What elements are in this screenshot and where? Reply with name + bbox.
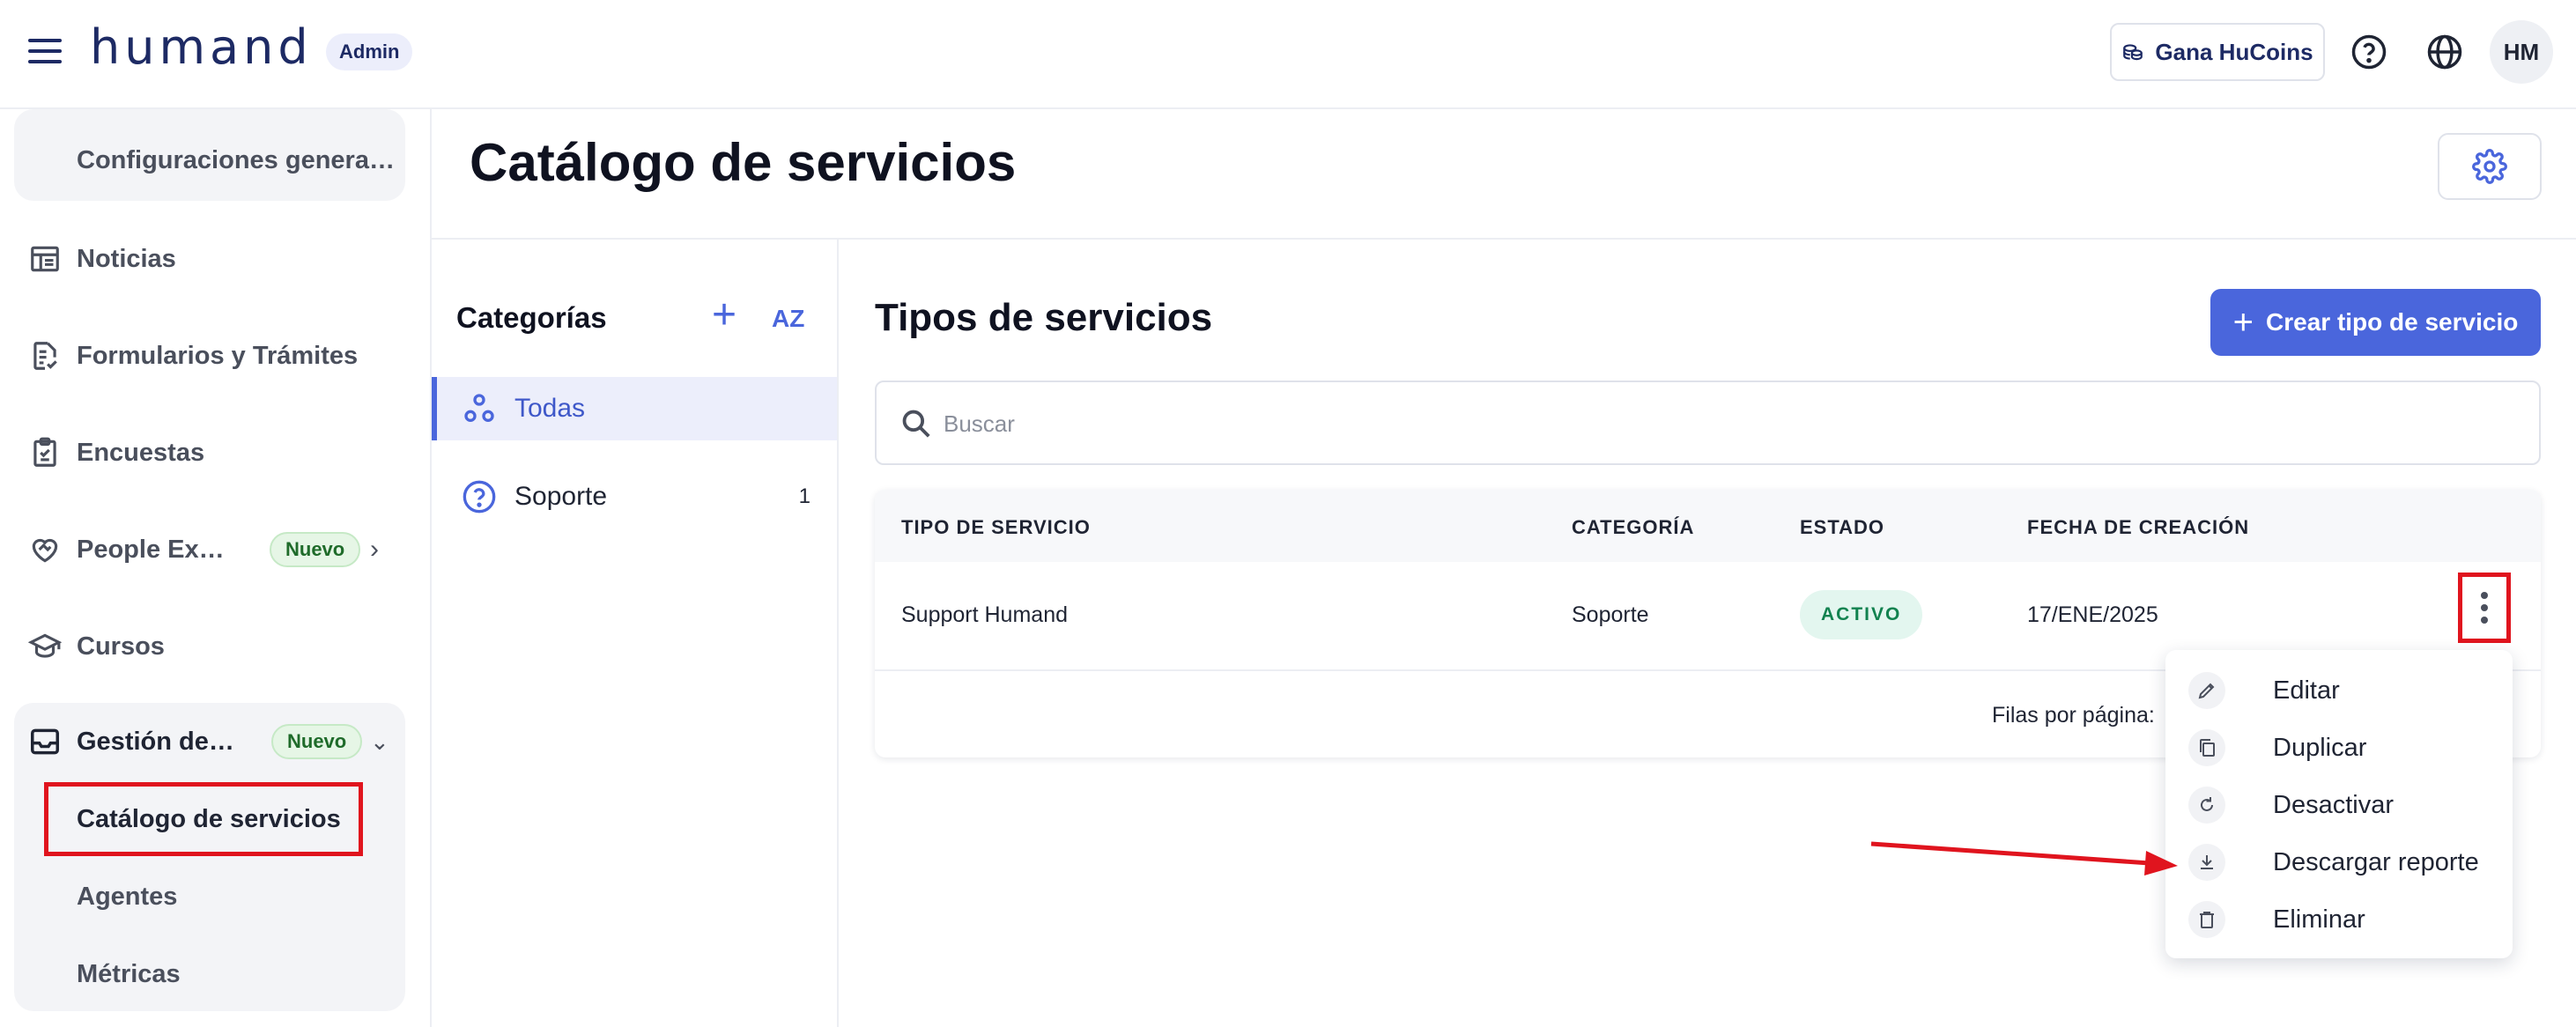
status-badge: ACTIVO: [1800, 590, 1923, 639]
categories-title: Categorías: [456, 301, 607, 334]
nuevo-badge: Nuevo: [270, 532, 361, 567]
category-group-icon: [464, 394, 494, 422]
refresh-icon: [2188, 787, 2225, 824]
coins-icon: [2123, 44, 2143, 61]
top-bar: humand Admin Gana HuCoins HM: [0, 0, 2576, 109]
column-header[interactable]: CATEGORÍA: [1572, 516, 1694, 539]
search-icon: [902, 410, 930, 438]
menu-item-label: Duplicar: [2273, 733, 2367, 762]
sidebar-item-people-experience[interactable]: People Ex… Nuevo ›: [0, 514, 432, 585]
sort-az-icon[interactable]: AZ: [772, 305, 804, 333]
chevron-down-icon[interactable]: ⌄: [370, 728, 389, 756]
sidebar-item-label: Gestión de…: [77, 727, 234, 756]
sidebar: Configuraciones genera… Noticias Formula…: [0, 109, 432, 1027]
search-box[interactable]: [875, 381, 2541, 465]
nuevo-badge: Nuevo: [271, 724, 363, 759]
form-check-icon: [33, 342, 57, 370]
trash-icon: [2188, 901, 2225, 938]
sidebar-item-noticias[interactable]: Noticias: [0, 224, 432, 294]
sidebar-item-label: Encuestas: [77, 438, 205, 467]
pencil-icon: [2188, 672, 2225, 709]
gear-icon: [2472, 149, 2507, 184]
column-header[interactable]: ESTADO: [1800, 516, 1884, 539]
sidebar-item-cursos[interactable]: Cursos: [0, 611, 432, 682]
avatar[interactable]: HM: [2490, 20, 2553, 84]
sidebar-subitem-metricas[interactable]: Métricas: [77, 960, 181, 989]
menu-item-label: Desactivar: [2273, 790, 2394, 819]
category-label: Soporte: [514, 482, 608, 511]
inbox-icon: [31, 728, 59, 755]
menu-item-label: Descargar reporte: [2273, 847, 2479, 876]
menu-item-descargar-reporte[interactable]: Descargar reporte: [2165, 834, 2513, 890]
sidebar-item-label: People Ex…: [77, 535, 225, 564]
cell-tipo: Support Humand: [901, 602, 1069, 627]
column-header[interactable]: TIPO DE SERVICIO: [901, 516, 1091, 539]
create-service-type-button[interactable]: + Crear tipo de servicio: [2210, 289, 2541, 356]
selected-item-highlight: [44, 782, 363, 856]
sidebar-subitem-agentes[interactable]: Agentes: [77, 883, 177, 912]
section-title: Tipos de servicios: [875, 296, 1213, 339]
download-icon: [2188, 844, 2225, 881]
menu-item-label: Eliminar: [2273, 905, 2365, 934]
humand-logo[interactable]: humand: [90, 19, 313, 75]
sidebar-config-group: Configuraciones genera…: [14, 109, 405, 201]
cell-categoria: Soporte: [1572, 602, 1649, 627]
clipboard-icon: [33, 437, 56, 467]
chevron-right-icon[interactable]: ›: [370, 535, 379, 565]
copy-icon: [2188, 729, 2225, 766]
column-header[interactable]: FECHA DE CREACIÓN: [2027, 516, 2249, 539]
settings-button[interactable]: [2438, 133, 2542, 200]
hucoins-label: Gana HuCoins: [2155, 38, 2313, 65]
categories-panel: Categorías + AZ Todas Soporte 1: [432, 240, 839, 1027]
cell-fecha: 17/ENE/2025: [2027, 602, 2158, 627]
sidebar-item-label: Noticias: [77, 244, 176, 273]
rows-per-page-label: Filas por página:: [1992, 703, 2155, 728]
help-circle-icon: [463, 480, 496, 514]
newspaper-icon: [31, 246, 59, 272]
globe-icon[interactable]: [2426, 33, 2463, 70]
sidebar-item-label: Cursos: [77, 632, 165, 661]
menu-item-eliminar[interactable]: Eliminar: [2165, 891, 2513, 948]
category-item-todas[interactable]: Todas: [432, 377, 837, 440]
menu-item-label: Editar: [2273, 676, 2340, 705]
table-header: TIPO DE SERVICIO CATEGORÍA ESTADO FECHA …: [875, 490, 2541, 562]
plus-icon: +: [2232, 303, 2254, 342]
search-input[interactable]: [944, 402, 2512, 446]
annotation-arrow-icon: [1870, 841, 2178, 876]
sidebar-item-formularios[interactable]: Formularios y Trámites: [0, 321, 432, 391]
menu-item-desactivar[interactable]: Desactivar: [2165, 777, 2513, 833]
create-button-label: Crear tipo de servicio: [2266, 308, 2519, 336]
menu-icon[interactable]: [28, 35, 62, 67]
category-count: 1: [798, 484, 811, 508]
admin-badge: Admin: [326, 33, 413, 70]
add-category-icon[interactable]: +: [712, 294, 737, 336]
help-icon[interactable]: [2350, 33, 2387, 70]
more-options-icon[interactable]: [2458, 573, 2511, 643]
hucoins-button[interactable]: Gana HuCoins: [2110, 23, 2325, 81]
sidebar-item-encuestas[interactable]: Encuestas: [0, 417, 432, 488]
sidebar-item-gestion-servicios[interactable]: Gestión de… Nuevo ⌄: [0, 706, 432, 777]
category-item-soporte[interactable]: Soporte 1: [432, 465, 837, 528]
page-title: Catálogo de servicios: [470, 133, 1017, 192]
sidebar-item-configuraciones[interactable]: Configuraciones genera…: [77, 146, 395, 175]
heart-handshake-icon: [32, 538, 58, 563]
graduation-cap-icon: [28, 633, 62, 658]
menu-item-editar[interactable]: Editar: [2165, 662, 2513, 719]
menu-item-duplicar[interactable]: Duplicar: [2165, 720, 2513, 776]
row-actions-menu: Editar Duplicar Desactivar Descargar rep…: [2165, 650, 2513, 958]
category-label: Todas: [514, 394, 586, 423]
sidebar-item-label: Formularios y Trámites: [77, 341, 359, 370]
